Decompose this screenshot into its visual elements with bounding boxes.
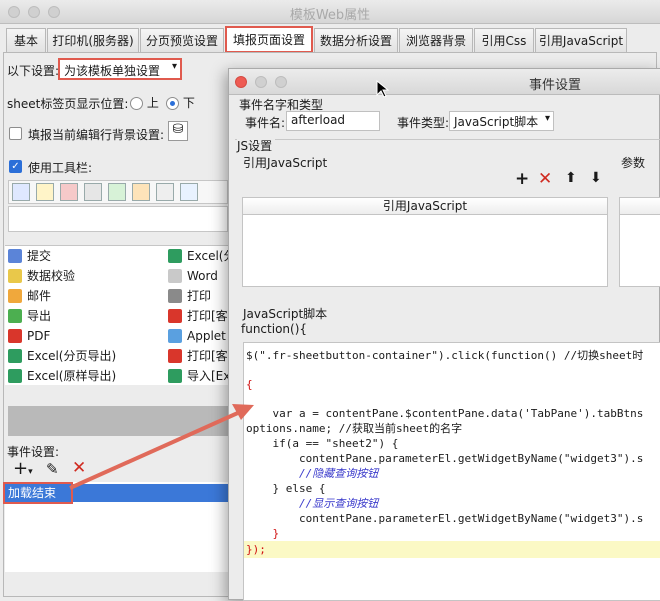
mouse-cursor-icon [376,80,390,98]
annotation-arrow [69,404,254,490]
